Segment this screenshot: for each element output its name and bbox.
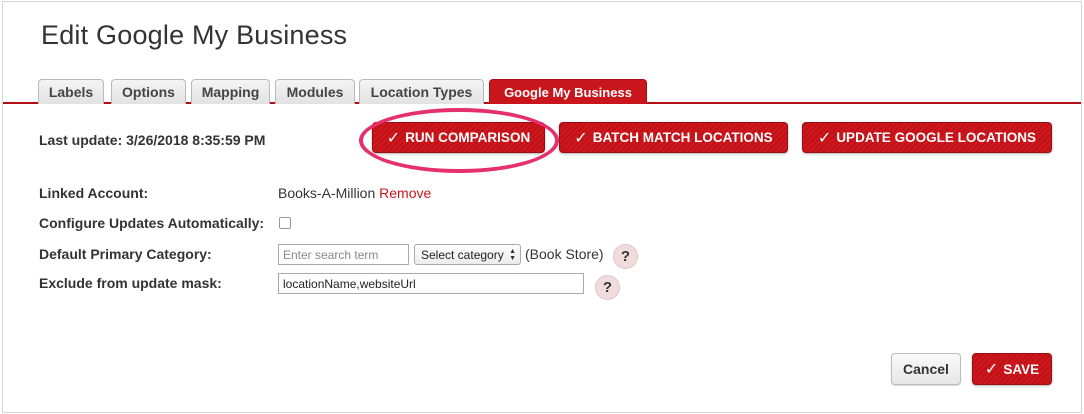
configure-updates-label: Configure Updates Automatically: bbox=[39, 215, 265, 231]
tab-google-my-business[interactable]: Google My Business bbox=[489, 79, 647, 104]
primary-category-label: Default Primary Category: bbox=[39, 246, 212, 262]
last-update-text: Last update: 3/26/2018 8:35:59 PM bbox=[39, 132, 266, 148]
save-button[interactable]: ✓ SAVE bbox=[972, 353, 1052, 385]
save-label: SAVE bbox=[1003, 361, 1040, 377]
batch-match-locations-button[interactable]: ✓ BATCH MATCH LOCATIONS bbox=[559, 122, 788, 153]
primary-category-help-icon[interactable]: ? bbox=[613, 244, 638, 269]
linked-account-name: Books-A-Million bbox=[278, 185, 376, 201]
category-search-input[interactable] bbox=[278, 244, 409, 265]
update-google-locations-button[interactable]: ✓ UPDATE GOOGLE LOCATIONS bbox=[802, 122, 1052, 153]
tab-modules[interactable]: Modules bbox=[275, 79, 355, 104]
tab-mapping[interactable]: Mapping bbox=[191, 79, 270, 104]
select-arrows-icon: ▲ ▼ bbox=[509, 248, 516, 262]
run-comparison-label: RUN COMPARISON bbox=[405, 130, 531, 145]
category-select-value: Select category bbox=[421, 247, 504, 262]
check-icon: ✓ bbox=[984, 361, 999, 378]
exclude-mask-label: Exclude from update mask: bbox=[39, 275, 222, 291]
check-icon: ✓ bbox=[386, 129, 401, 147]
linked-account-label: Linked Account: bbox=[39, 185, 149, 201]
tab-location-types[interactable]: Location Types bbox=[359, 79, 484, 104]
current-category: (Book Store) bbox=[525, 246, 604, 262]
update-google-label: UPDATE GOOGLE LOCATIONS bbox=[836, 130, 1037, 145]
batch-match-label: BATCH MATCH LOCATIONS bbox=[592, 130, 773, 145]
configure-updates-checkbox[interactable] bbox=[279, 217, 291, 229]
page-title: Edit Google My Business bbox=[41, 20, 348, 50]
tab-bar: Labels Options Mapping Modules Location … bbox=[3, 79, 1081, 104]
exclude-mask-input[interactable] bbox=[278, 273, 584, 294]
category-select[interactable]: Select category ▲ ▼ bbox=[414, 244, 521, 265]
tab-options[interactable]: Options bbox=[111, 79, 186, 104]
cancel-button[interactable]: Cancel bbox=[891, 353, 961, 385]
linked-account-value: Books-A-Million Remove bbox=[278, 185, 431, 201]
run-comparison-button[interactable]: ✓ RUN COMPARISON bbox=[372, 122, 545, 153]
page-frame: Edit Google My Business Labels Options M… bbox=[2, 1, 1082, 413]
check-icon: ✓ bbox=[574, 129, 588, 147]
remove-link[interactable]: Remove bbox=[379, 185, 431, 201]
check-icon: ✓ bbox=[817, 129, 832, 147]
exclude-mask-help-icon[interactable]: ? bbox=[595, 275, 620, 300]
tab-labels[interactable]: Labels bbox=[38, 79, 104, 104]
